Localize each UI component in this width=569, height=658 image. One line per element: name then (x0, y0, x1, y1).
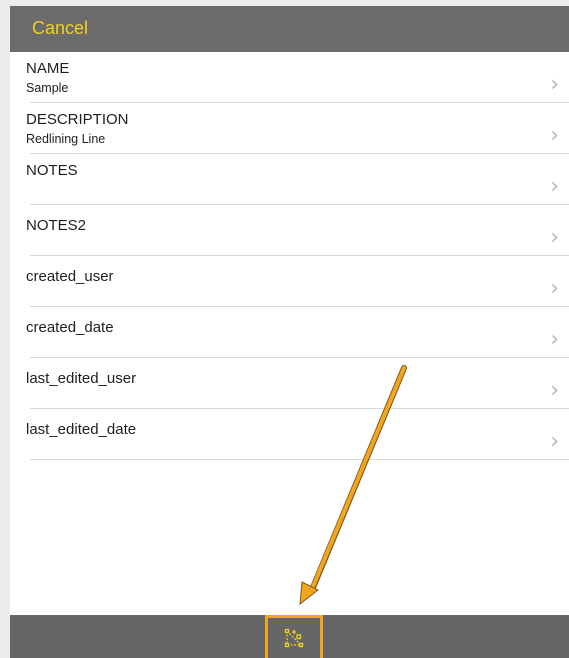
field-row-created-date[interactable]: created_date › (26, 307, 569, 358)
field-value: Sample (26, 81, 69, 95)
chevron-right-icon: › (550, 225, 559, 250)
field-label: DESCRIPTION (26, 111, 129, 128)
chevron-right-icon: › (550, 276, 559, 301)
chevron-right-icon: › (550, 174, 559, 199)
attribute-editor: Cancel NAME Sample › DESCRIPTION Redlini… (10, 6, 569, 658)
bottom-toolbar (10, 615, 569, 658)
field-row-name[interactable]: NAME Sample › (26, 52, 569, 103)
field-row-last-edited-user[interactable]: last_edited_user › (26, 358, 569, 409)
field-label: last_edited_date (26, 421, 137, 438)
field-label: created_user (26, 268, 114, 285)
field-row-notes[interactable]: NOTES › (26, 154, 569, 205)
edit-vertices-button[interactable] (265, 615, 323, 658)
field-row-last-edited-date[interactable]: last_edited_date › (26, 409, 569, 460)
chevron-right-icon: › (550, 429, 559, 454)
field-label: NOTES2 (26, 217, 87, 234)
edit-vertices-icon (284, 628, 304, 648)
field-row-created-user[interactable]: created_user › (26, 256, 569, 307)
chevron-right-icon: › (550, 327, 559, 352)
field-label: last_edited_user (26, 370, 137, 387)
navigation-bar: Cancel (10, 6, 569, 52)
chevron-right-icon: › (550, 72, 559, 97)
field-row-notes2[interactable]: NOTES2 › (26, 205, 569, 256)
field-value: Redlining Line (26, 132, 106, 146)
field-label: NAME (26, 60, 70, 77)
attribute-list: NAME Sample › DESCRIPTION Redlining Line… (10, 52, 569, 460)
field-row-description[interactable]: DESCRIPTION Redlining Line › (26, 103, 569, 154)
chevron-right-icon: › (550, 378, 559, 403)
field-label: NOTES (26, 162, 78, 179)
cancel-button[interactable]: Cancel (32, 18, 88, 39)
chevron-right-icon: › (550, 123, 559, 148)
field-label: created_date (26, 319, 114, 336)
